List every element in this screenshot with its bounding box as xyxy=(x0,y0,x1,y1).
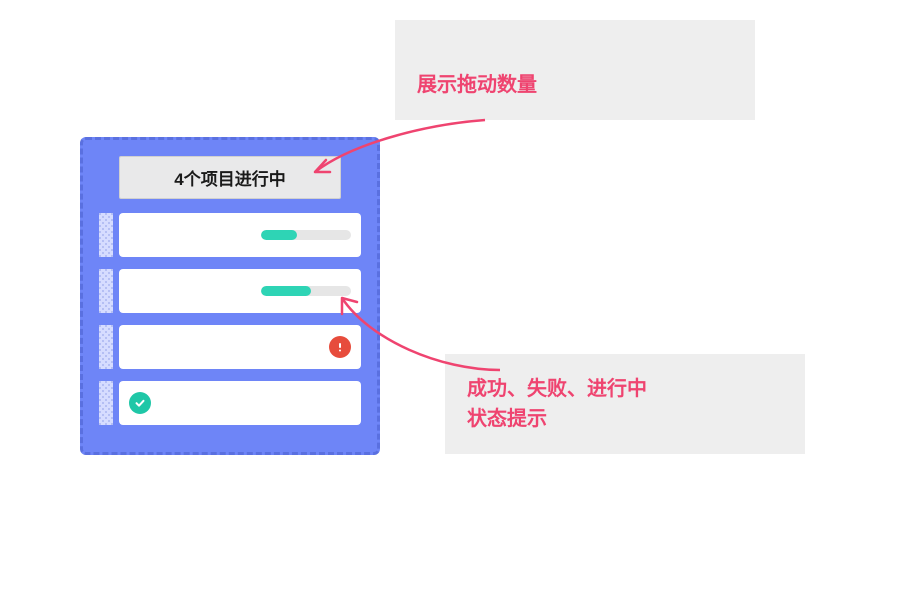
progress-fill xyxy=(261,230,297,240)
drag-handle-icon[interactable] xyxy=(99,381,113,425)
item-card xyxy=(119,325,361,369)
callout-top-text: 展示拖动数量 xyxy=(417,70,537,100)
item-card xyxy=(119,381,361,425)
list-item[interactable] xyxy=(99,213,361,257)
progress-fill xyxy=(261,286,311,296)
callout-bottom: 成功、失败、进行中 状态提示 xyxy=(445,354,805,454)
error-icon xyxy=(329,336,351,358)
progress-bar xyxy=(261,230,351,240)
drag-handle-icon[interactable] xyxy=(99,213,113,257)
item-card xyxy=(119,269,361,313)
item-card xyxy=(119,213,361,257)
callout-bottom-text: 成功、失败、进行中 状态提示 xyxy=(467,374,783,434)
drag-handle-icon[interactable] xyxy=(99,325,113,369)
callout-top: 展示拖动数量 xyxy=(395,20,755,120)
progress-bar xyxy=(261,286,351,296)
items-panel: 4个项目进行中 xyxy=(80,137,380,455)
list-item[interactable] xyxy=(99,325,361,369)
panel-title: 4个项目进行中 xyxy=(119,156,341,199)
drag-handle-icon[interactable] xyxy=(99,269,113,313)
success-icon xyxy=(129,392,151,414)
list-item[interactable] xyxy=(99,269,361,313)
list-item[interactable] xyxy=(99,381,361,425)
